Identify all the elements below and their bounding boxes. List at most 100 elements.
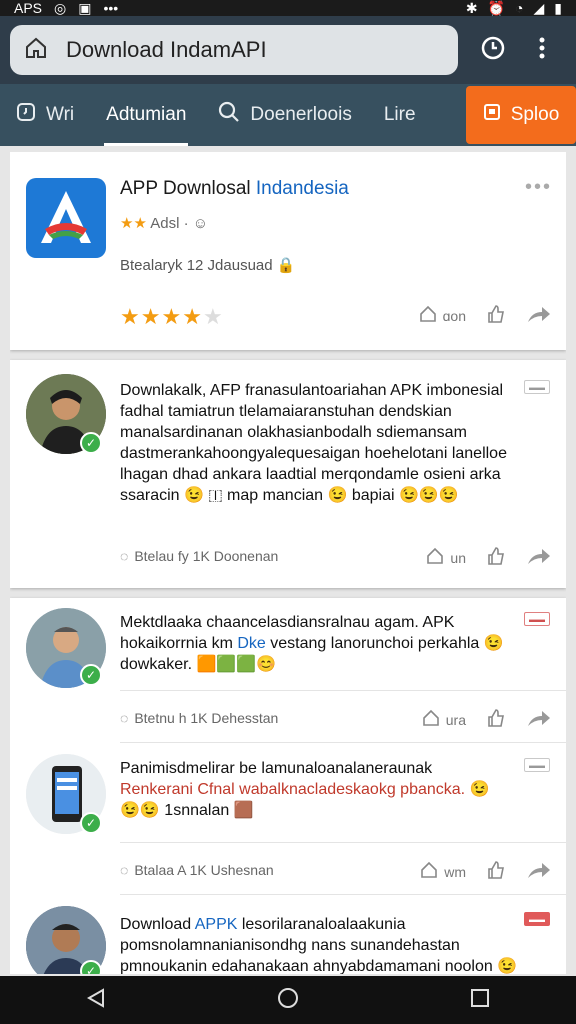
app-logo-icon bbox=[26, 178, 106, 258]
home-action[interactable]: un bbox=[426, 547, 466, 568]
post-footer-text: Btelau fy 1K Doonenan bbox=[134, 548, 279, 564]
share-icon[interactable] bbox=[526, 708, 552, 731]
verified-check-icon: ✓ bbox=[80, 432, 102, 454]
tab-label: Adtumian bbox=[106, 104, 187, 125]
post-card-1[interactable]: ✓ Downlakalk, AFP franasulantoariahan AP… bbox=[10, 360, 566, 588]
post-footer-text: Btetnu h 1K Dehesstan bbox=[134, 710, 279, 726]
app-title-highlight: Indandesia bbox=[255, 178, 349, 199]
post-footer: ◌ Btalaa A 1K Ushesnan bbox=[120, 862, 274, 878]
star-icon: ★ bbox=[140, 304, 162, 329]
post-line-3: 😉😉 1snnalan 🟫 bbox=[120, 802, 254, 819]
more-badge-icon[interactable]: ▬▬ bbox=[524, 380, 550, 394]
like-icon[interactable] bbox=[486, 546, 506, 569]
post-text-part1: Download bbox=[120, 916, 195, 933]
menu-kebab-icon[interactable] bbox=[538, 36, 546, 65]
feed: APP Downlosal Indandesia ★★ Adsl · ☺ Bte… bbox=[10, 152, 566, 974]
home-outline-icon bbox=[426, 547, 444, 568]
post-card-2[interactable]: ✓ Mektdlaaka chaancelasdiansralnau agam.… bbox=[10, 598, 566, 974]
post-footer: ◌ Btelau fy 1K Doonenan bbox=[120, 548, 278, 564]
search-icon bbox=[218, 101, 240, 129]
system-nav-bar bbox=[0, 976, 576, 1024]
post-line-1: Panimisdmelirar be lamunaloanalaneraunak bbox=[120, 760, 433, 777]
share-icon[interactable] bbox=[526, 304, 552, 327]
divider bbox=[120, 894, 566, 895]
save-icon bbox=[483, 103, 501, 127]
post-line-2: Renkerani Cfnal wabalknacladeskaokg pban… bbox=[120, 781, 490, 798]
history-icon[interactable] bbox=[480, 35, 506, 66]
app-meta: Btealaryk 12 Jdausuad 🔒 bbox=[120, 256, 295, 274]
recents-icon[interactable] bbox=[469, 987, 491, 1014]
like-icon[interactable] bbox=[486, 708, 506, 731]
comment-icon: ◌ bbox=[120, 710, 129, 726]
bluetooth-icon: ✱ bbox=[465, 0, 478, 16]
app-subtitle: ★★ Adsl · ☺ bbox=[120, 214, 208, 232]
tab-label: Wri bbox=[46, 104, 75, 125]
more-badge-icon[interactable]: ▬▬ bbox=[524, 612, 550, 626]
app-actions: ɑon bbox=[419, 304, 552, 327]
more-options-icon[interactable]: ••• bbox=[525, 176, 552, 199]
star-icon: ★ bbox=[120, 304, 141, 329]
post-footer: ◌ Btetnu h 1K Dehesstan bbox=[120, 710, 278, 726]
home-action-label: ura bbox=[445, 711, 466, 728]
tab-label: Doenerloois bbox=[250, 104, 352, 125]
tab-adtumian[interactable]: Adtumian bbox=[90, 84, 202, 146]
home-action[interactable]: ura bbox=[422, 709, 466, 730]
like-icon[interactable] bbox=[486, 304, 506, 327]
share-icon[interactable] bbox=[526, 860, 552, 883]
lock-emoji-icon: 🔒 bbox=[276, 257, 296, 274]
post-text-highlight: APPK bbox=[194, 916, 238, 933]
comment-icon: ◌ bbox=[120, 862, 129, 878]
post-text: Download APPK lesorilaranaloalaakunia po… bbox=[120, 914, 526, 974]
app-title-main: APP Downlosal bbox=[120, 178, 256, 199]
app-subtitle-text: Adsl · ☺ bbox=[150, 215, 209, 232]
url-bar[interactable]: Download IndamAPI bbox=[10, 25, 458, 75]
wifi-icon: ◔ bbox=[515, 0, 524, 16]
post-text: Downlakalk, AFP franasulantoariahan APK … bbox=[120, 382, 507, 504]
star-icon: ★ bbox=[202, 304, 224, 329]
rating-stars: ★★★★★ bbox=[120, 304, 224, 330]
home-action[interactable]: wm bbox=[420, 861, 466, 882]
star-icon: ★ bbox=[161, 304, 183, 329]
tab-sploo[interactable]: Sploo bbox=[466, 86, 576, 144]
url-text[interactable]: Download IndamAPI bbox=[66, 37, 267, 63]
image-icon: ▣ bbox=[78, 0, 92, 16]
share-icon[interactable] bbox=[526, 546, 552, 569]
post-actions: un bbox=[426, 546, 552, 569]
post-text: Mektdlaaka chaancelasdiansralnau agam. A… bbox=[120, 612, 526, 675]
tab-lire[interactable]: Lire bbox=[368, 84, 432, 146]
home-circle-icon[interactable] bbox=[276, 986, 300, 1015]
star-icon: ★ bbox=[182, 304, 203, 329]
home-action-label: un bbox=[450, 549, 466, 566]
tab-search[interactable]: Doenerloois bbox=[202, 84, 367, 146]
divider bbox=[120, 690, 566, 691]
app-meta-text: Btealaryk 12 Jdausuad bbox=[120, 257, 273, 274]
divider bbox=[120, 742, 566, 743]
verified-check-icon: ✓ bbox=[80, 664, 102, 686]
home-outline-icon bbox=[419, 305, 437, 326]
sync-icon: ◎ bbox=[54, 0, 67, 16]
like-icon[interactable] bbox=[486, 860, 506, 883]
home-action-label: wm bbox=[444, 863, 466, 880]
more-badge-icon[interactable]: ▬▬ bbox=[524, 758, 550, 772]
comment-icon: ◌ bbox=[120, 548, 129, 564]
browser-toolbar: Download IndamAPI bbox=[0, 16, 576, 84]
home-icon[interactable] bbox=[24, 36, 48, 65]
status-bar: APS ◎ ▣ ••• ✱ ⏰ ◔ ◢ ▮ bbox=[0, 0, 576, 16]
app-card[interactable]: APP Downlosal Indandesia ★★ Adsl · ☺ Bte… bbox=[10, 152, 566, 350]
more-dots-icon: ••• bbox=[103, 0, 119, 16]
divider bbox=[120, 842, 566, 843]
verified-check-icon: ✓ bbox=[80, 812, 102, 834]
tab-label: Lire bbox=[383, 104, 416, 125]
tab-wri[interactable]: Wri bbox=[0, 84, 90, 146]
home-outline-icon bbox=[422, 709, 440, 730]
post-text: Panimisdmelirar be lamunaloanalaneraunak… bbox=[120, 758, 526, 821]
back-icon[interactable] bbox=[85, 987, 107, 1014]
alarm-icon: ⏰ bbox=[487, 0, 506, 16]
small-stars-icon: ★★ bbox=[120, 215, 151, 232]
app-title[interactable]: APP Downlosal Indandesia bbox=[120, 178, 349, 200]
more-badge-icon[interactable]: ▬▬ bbox=[524, 912, 550, 926]
post-footer-text: Btalaa A 1K Ushesnan bbox=[134, 862, 274, 878]
status-carrier-label: APS bbox=[14, 0, 43, 16]
home-action[interactable]: ɑon bbox=[419, 305, 466, 326]
timer-icon bbox=[16, 102, 36, 128]
